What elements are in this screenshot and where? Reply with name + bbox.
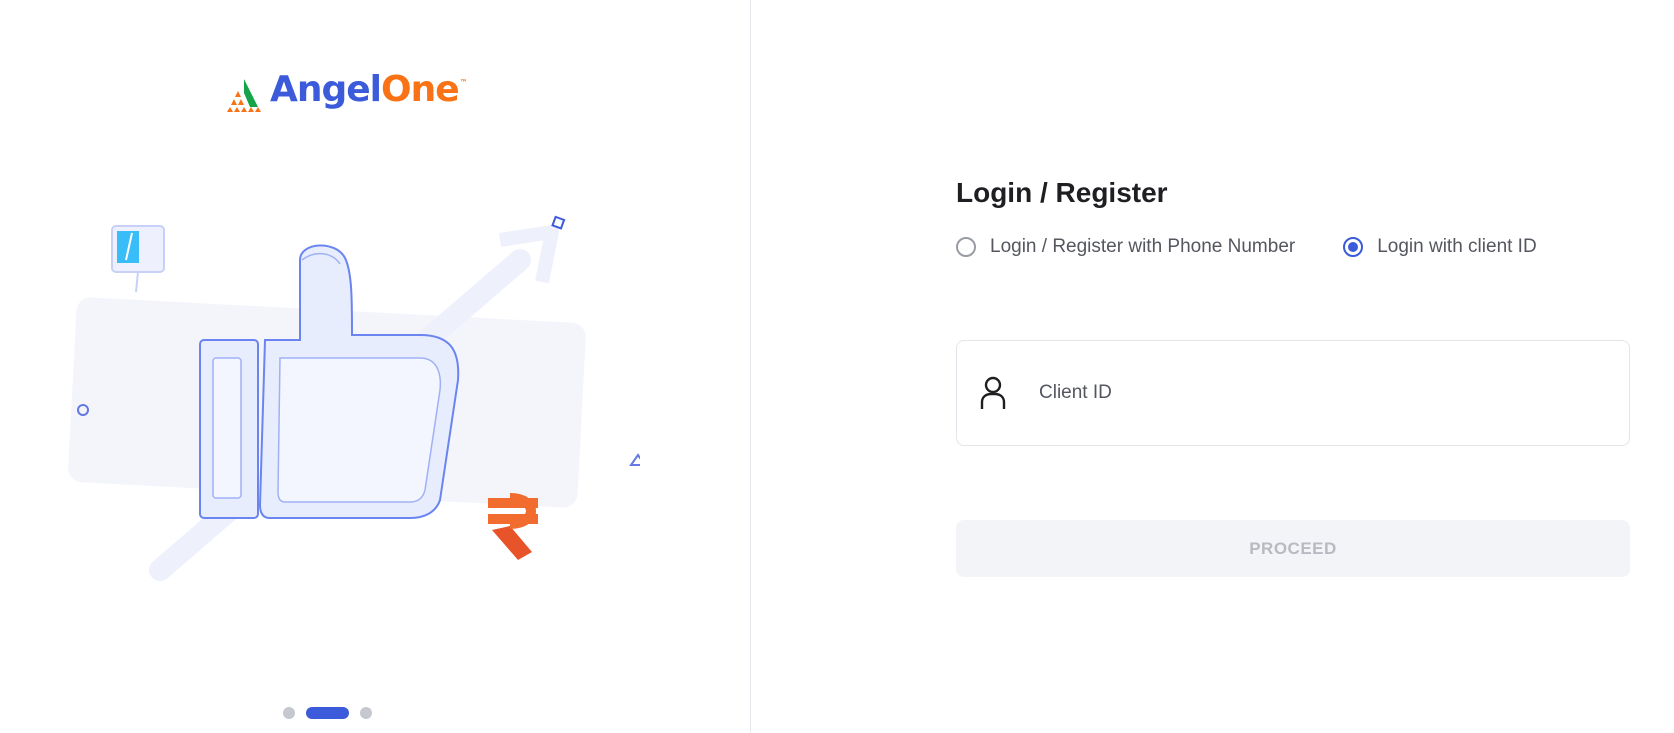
diamond-shape <box>551 215 566 230</box>
radio-button-checked[interactable] <box>1343 237 1364 257</box>
carousel-dots <box>283 707 372 719</box>
carousel-dot[interactable] <box>360 707 372 719</box>
login-method-options: Login / Register with Phone Number Login… <box>956 236 1537 258</box>
radio-client-id[interactable]: Login with client ID <box>1343 236 1537 258</box>
radio-label-phone: Login / Register with Phone Number <box>990 236 1296 257</box>
thumbs-up-rupee-illustration <box>68 215 640 581</box>
radio-button-unchecked[interactable] <box>956 237 976 257</box>
client-id-field[interactable] <box>956 340 1630 446</box>
brand-name: AngelOne™ <box>270 69 468 119</box>
login-page: AngelOne™ Login / Register Login / Regis… <box>0 0 1674 733</box>
triangle-shape <box>629 453 640 466</box>
brand-name-angel: Angel <box>270 69 382 110</box>
radio-phone-number[interactable]: Login / Register with Phone Number <box>956 236 1295 258</box>
user-icon <box>980 376 1006 409</box>
carousel-dot-active[interactable] <box>306 707 349 719</box>
brand-trademark: ™ <box>459 78 468 87</box>
proceed-button[interactable]: PROCEED <box>956 520 1630 577</box>
client-id-input[interactable] <box>1037 381 1601 405</box>
brand-logo: AngelOne™ <box>224 69 468 119</box>
carousel-dot[interactable] <box>283 707 295 719</box>
radio-label-client-id: Login with client ID <box>1377 236 1537 257</box>
login-form-panel: Login / Register Login / Register with P… <box>956 0 1636 733</box>
promo-panel: AngelOne™ <box>0 0 751 733</box>
rupee-icon <box>488 493 538 560</box>
page-title: Login / Register <box>956 177 1168 208</box>
angel-one-logo-icon <box>227 78 261 112</box>
brand-name-one: One <box>381 69 460 110</box>
